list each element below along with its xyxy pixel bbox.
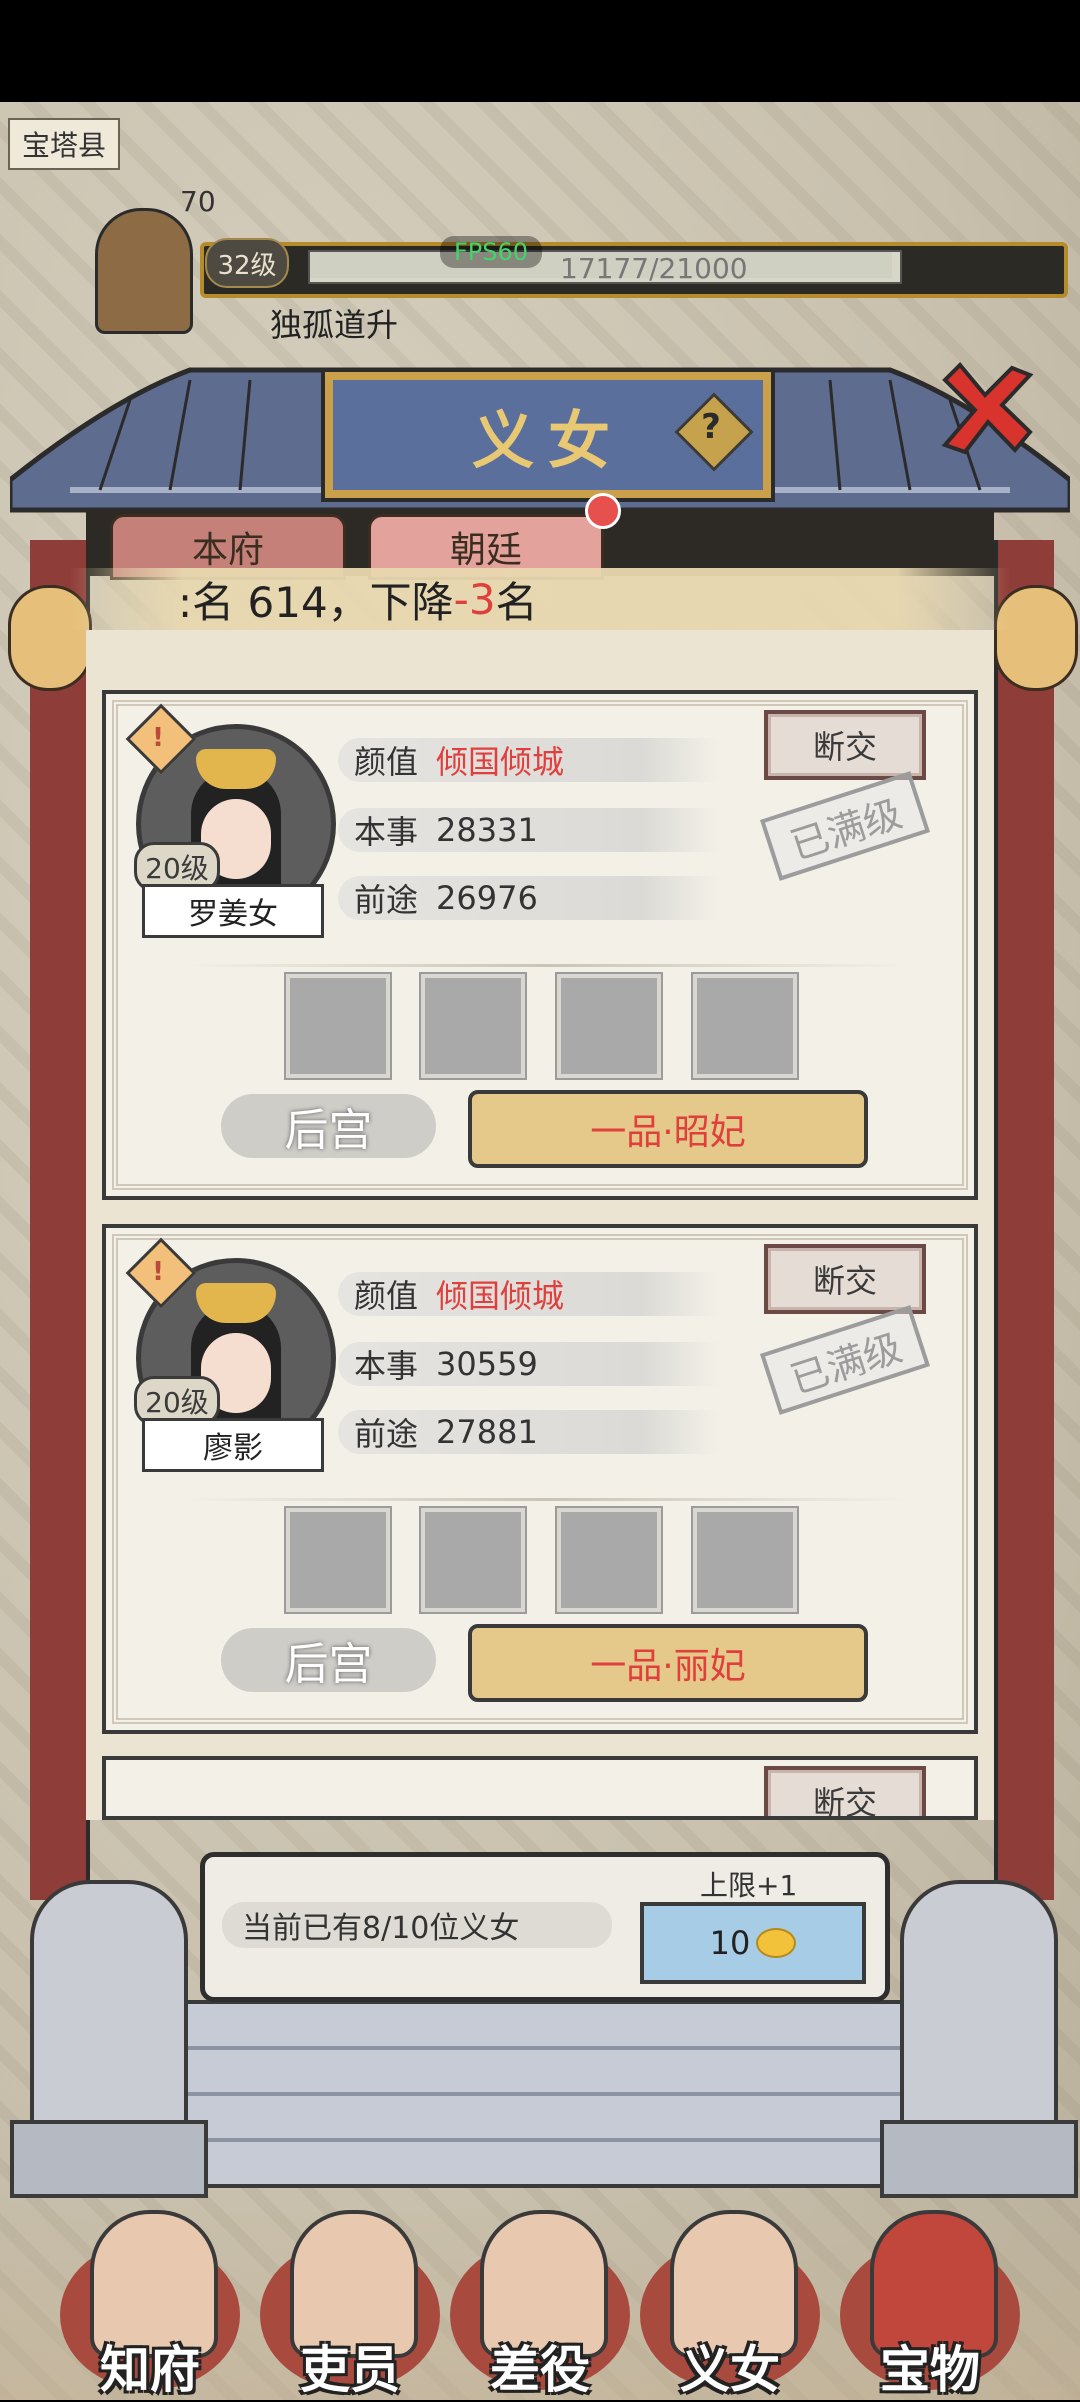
nav-label: 义女: [680, 2340, 780, 2399]
warning-icon: !: [152, 1257, 164, 1287]
item-slot[interactable]: [286, 974, 390, 1078]
nav-daughters[interactable]: 义女: [635, 2200, 825, 2400]
item-slot[interactable]: [693, 974, 797, 1078]
daughter-card: ! 20级 廖影 颜值 倾国倾城 本事 30559 前途 27881 断交 已满级 后…: [102, 1224, 978, 1734]
increase-limit-button[interactable]: 10: [640, 1902, 866, 1984]
player-level: 32级: [205, 238, 289, 288]
nav-treasures[interactable]: 宝物: [835, 2200, 1025, 2400]
break-off-button[interactable]: 断交: [764, 1766, 926, 1816]
rank-prefix: :名 614，下降: [178, 577, 454, 627]
nav-runners[interactable]: 差役: [445, 2200, 635, 2400]
stat-prospect: 前途 26976: [338, 876, 718, 920]
left-pillar: [30, 540, 90, 1900]
stat-appearance: 颜值 倾国倾城: [338, 1272, 718, 1316]
limit-increase-label: 上限+1: [700, 1869, 798, 1902]
lion-base-right: [880, 2120, 1078, 2198]
stone-lion-right: [900, 1880, 1058, 2148]
daughter-count: 当前已有8/10位义女: [222, 1902, 612, 1948]
break-off-button[interactable]: 断交: [764, 1244, 926, 1314]
portrait-crown: [196, 1283, 276, 1323]
rank-title-button[interactable]: 一品·丽妃: [468, 1624, 868, 1702]
map-number: 70: [180, 185, 216, 218]
nav-label: 差役: [490, 2340, 590, 2399]
divider: [186, 964, 906, 967]
rank-title-button[interactable]: 一品·昭妃: [468, 1090, 868, 1168]
map-location-label: 宝塔县: [8, 118, 121, 170]
stat-appearance: 颜值 倾国倾城: [338, 738, 718, 782]
help-icon[interactable]: ?: [686, 402, 736, 452]
player-avatar[interactable]: [95, 208, 193, 334]
item-slot[interactable]: [557, 1508, 661, 1612]
right-pillar: [994, 540, 1054, 1900]
nav-label: 知府: [100, 2340, 200, 2399]
stone-steps: [170, 2000, 918, 2188]
daughter-name: 廖影: [142, 1418, 324, 1472]
nav-clerks[interactable]: 吏员: [255, 2200, 445, 2400]
item-slot[interactable]: [557, 974, 661, 1078]
warning-icon: !: [152, 723, 164, 753]
fps-counter: FPS60: [440, 236, 543, 268]
daughter-card-partial: 断交: [102, 1756, 978, 1820]
gold-ingot-icon: [756, 1928, 797, 1958]
stat-ability: 本事 30559: [338, 1342, 718, 1386]
item-slot[interactable]: [693, 1508, 797, 1612]
notification-dot: [585, 493, 621, 529]
nav-label: 宝物: [880, 2340, 980, 2399]
daughter-name: 罗姜女: [142, 884, 324, 938]
lion-base-left: [10, 2120, 208, 2198]
item-slot[interactable]: [421, 974, 525, 1078]
break-off-button[interactable]: 断交: [764, 710, 926, 780]
item-slot[interactable]: [286, 1508, 390, 1612]
close-icon[interactable]: [930, 360, 1040, 460]
dialog-title: 义女: [471, 404, 624, 477]
max-level-stamp: 已满级: [759, 771, 931, 881]
portrait-crown: [196, 749, 276, 789]
stat-prospect: 前途 27881: [338, 1410, 718, 1454]
stat-ability: 本事 28331: [338, 808, 718, 852]
nav-prefect[interactable]: 知府: [55, 2200, 245, 2400]
item-slot[interactable]: [421, 1508, 525, 1612]
max-level-stamp: 已满级: [759, 1305, 931, 1415]
rank-banner: :名 614，下降 -3 名: [70, 568, 1010, 630]
daughter-card: ! 20级 罗姜女 颜值 倾国倾城 本事 28331 前途 26976 断交 已满级 …: [102, 690, 978, 1200]
rank-suffix: 名: [495, 577, 538, 627]
rank-change: -3: [453, 574, 496, 624]
nav-label: 吏员: [300, 2340, 400, 2399]
divider: [186, 1498, 906, 1501]
harem-button[interactable]: 后宫: [221, 1628, 436, 1692]
exp-text: 17177/21000: [560, 252, 748, 285]
cost-value: 10: [709, 1924, 751, 1962]
harem-button[interactable]: 后宫: [221, 1094, 436, 1158]
stone-lion-left: [30, 1880, 188, 2148]
